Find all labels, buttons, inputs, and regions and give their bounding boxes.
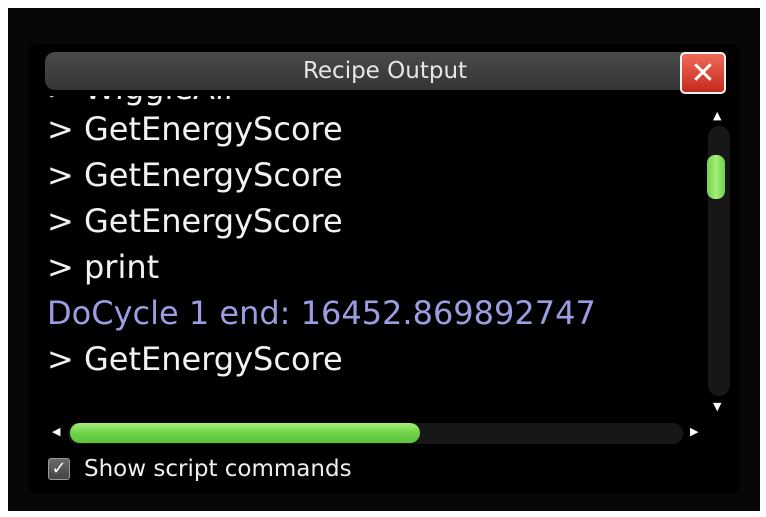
show-script-commands-option[interactable]: ✓ Show script commands [48,452,352,486]
log-line: > GetEnergyScore [47,110,343,148]
window-title: Recipe Output [45,52,725,90]
show-script-commands-checkbox[interactable]: ✓ [48,458,70,480]
log-line-output: DoCycle 1 end: 16452.869892747 [47,294,596,332]
horizontal-scroll-thumb[interactable] [70,423,420,443]
scroll-up-arrow-icon[interactable]: ▲ [713,110,721,122]
scroll-down-arrow-icon[interactable]: ▼ [713,401,721,413]
show-script-commands-label: Show script commands [84,456,352,482]
log-line: > print [47,248,160,286]
log-line: > GetEnergyScore [47,156,343,194]
output-log[interactable]: > WiggleAll > GetEnergyScore > GetEnergy… [47,96,697,418]
log-line: > GetEnergyScore [47,202,343,240]
close-x-icon: ✕ [690,55,716,91]
checkmark-icon: ✓ [51,458,67,479]
vertical-scroll-thumb[interactable] [707,155,725,199]
log-line: > WiggleAll [47,96,233,108]
scroll-left-arrow-icon[interactable]: ◀ [52,426,60,438]
close-button[interactable]: ✕ [680,52,726,94]
log-line: > GetEnergyScore [47,340,343,378]
scroll-right-arrow-icon[interactable]: ▶ [690,426,698,438]
